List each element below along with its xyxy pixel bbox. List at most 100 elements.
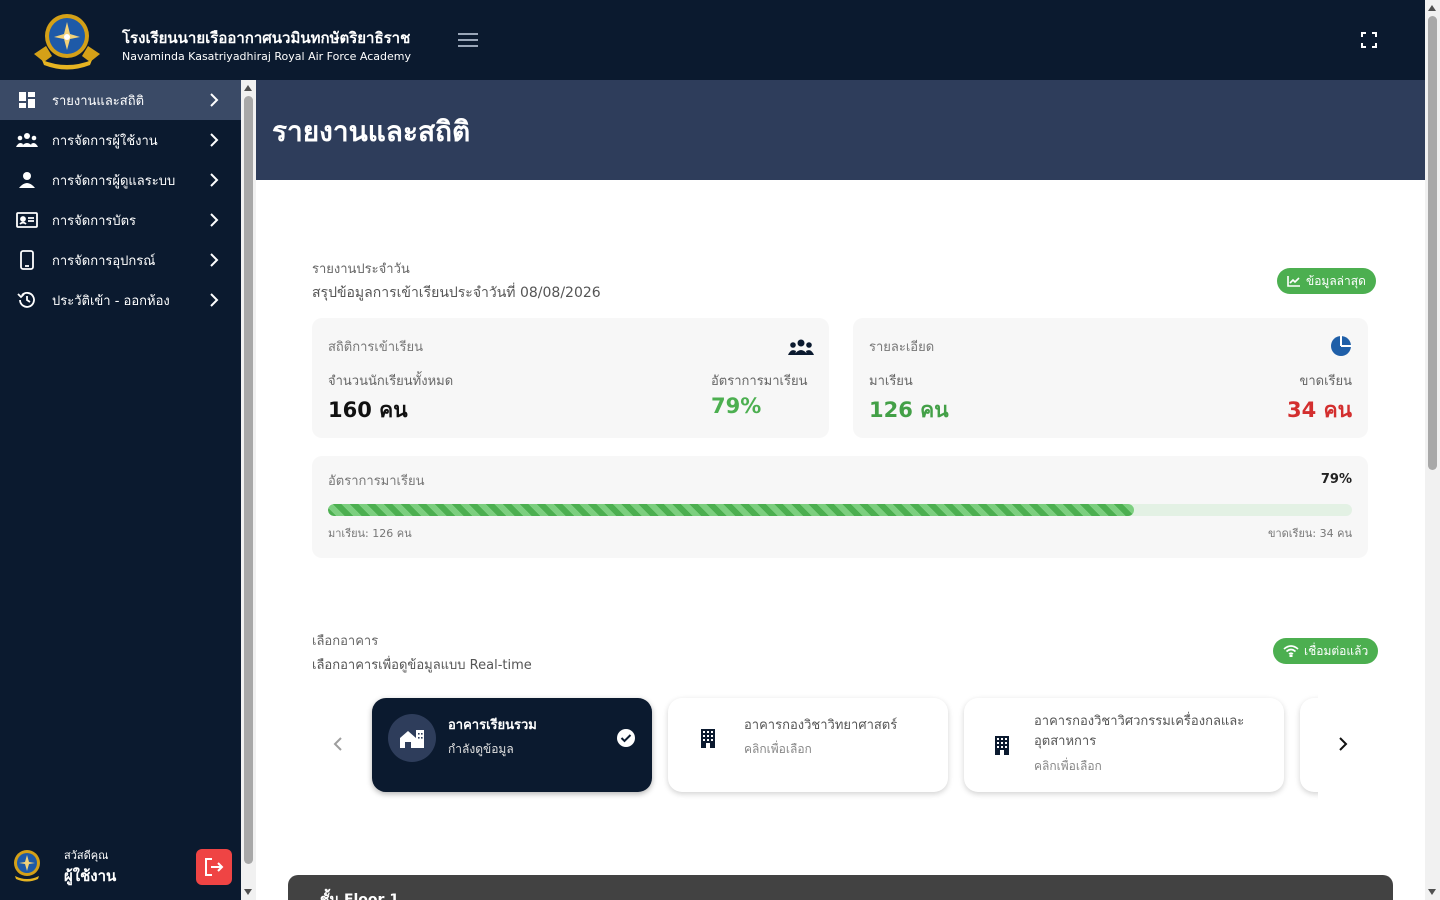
person-icon: [16, 169, 38, 191]
building-card-main[interactable]: อาคารเรียนรวม กำลังดูข้อมูล: [372, 698, 652, 792]
building-name-line2: อุตสาหการ: [1034, 734, 1097, 749]
sidebar-scrollbar[interactable]: [241, 80, 256, 900]
app-root: โรงเรียนนายเรืออากาศนวมินทกษัตริยาธิราช …: [0, 0, 1440, 900]
attendance-stats-card: สถิติการเข้าเรียน จำนวนนักเรียนทั้งหมด 1…: [312, 318, 829, 438]
floor-section-header: ชั้น Floor 1: [288, 875, 1393, 900]
page-header: รายงานและสถิติ: [256, 80, 1425, 180]
logout-button[interactable]: [196, 849, 232, 885]
scroll-down-arrow-icon[interactable]: [244, 889, 252, 895]
fullscreen-icon[interactable]: [1358, 29, 1380, 51]
attendance-progress-card: อัตราการมาเรียน 79% มาเรียน: 126 คน ขาดเ…: [312, 456, 1368, 558]
carousel-next-button[interactable]: [1331, 732, 1355, 756]
page-title: รายงานและสถิติ: [272, 115, 471, 148]
latest-data-label: ข้อมูลล่าสุด: [1306, 273, 1366, 288]
wifi-icon: [1283, 645, 1299, 657]
device-icon: [16, 249, 38, 271]
total-students-value: 160 คน: [328, 398, 408, 422]
menu-toggle-icon[interactable]: [458, 30, 482, 50]
sidebar-item-label: การจัดการผู้ดูแลระบบ: [52, 173, 176, 189]
progress-absent-text: ขาดเรียน: 34 คน: [1267, 527, 1352, 540]
top-bar: โรงเรียนนายเรืออากาศนวมินทกษัตริยาธิราช …: [0, 0, 1425, 80]
user-greeting: สวัสดีคุณ: [64, 849, 109, 862]
attendance-detail-card: รายละเอียด มาเรียน 126 คน ขาดเรียน 34 คน: [853, 318, 1368, 438]
latest-data-badge: ข้อมูลล่าสุด: [1277, 268, 1376, 294]
buildings-subtitle: เลือกอาคารเพื่อดูข้อมูลแบบ Real-time: [312, 658, 532, 673]
building-carousel: อาคารเรียนรวม กำลังดูข้อมูล อาคารกองวิชา…: [358, 690, 1318, 802]
sidebar-item-label: การจัดการบัตร: [52, 213, 137, 229]
history-icon: [16, 289, 38, 311]
building-status: คลิกเพื่อเลือก: [744, 742, 812, 756]
trend-chart-icon: [1287, 276, 1300, 287]
building-name-line1: อาคารกองวิชาวิศวกรรมเครื่องกลและ: [1034, 714, 1245, 729]
progress-title: อัตราการมาเรียน: [328, 474, 425, 489]
progress-present-text: มาเรียน: 126 คน: [328, 527, 412, 540]
building-name: อาคารกองวิชาวิทยาศาสตร์: [744, 718, 898, 733]
users-icon: [16, 129, 38, 151]
building-card-science[interactable]: อาคารกองวิชาวิทยาศาสตร์ คลิกเพื่อเลือก: [668, 698, 948, 792]
building-name: อาคารเรียนรวม: [448, 718, 537, 733]
school-name-english: Navaminda Kasatriyadhiraj Royal Air Forc…: [122, 50, 412, 63]
daily-report-title: รายงานประจำวัน: [312, 262, 410, 277]
page-scrollbar[interactable]: [1425, 0, 1440, 900]
avatar: [14, 850, 40, 882]
building-card-next[interactable]: [1300, 698, 1318, 792]
detail-card-title: รายละเอียด: [869, 340, 935, 355]
absent-value: 34 คน: [1287, 398, 1352, 422]
group-icon: [788, 339, 814, 355]
pie-chart-icon: [1331, 335, 1352, 356]
attendance-rate-label: อัตราการมาเรียน: [711, 374, 808, 389]
connected-badge: เชื่อมต่อแล้ว: [1273, 638, 1379, 664]
user-panel: สวัสดีคุณ ผู้ใช้งาน: [0, 830, 241, 900]
attendance-rate-value: 79%: [711, 394, 762, 418]
attendance-progress-bar: [328, 504, 1352, 516]
chevron-right-icon: [210, 173, 219, 187]
sidebar-item-admins[interactable]: การจัดการผู้ดูแลระบบ: [0, 160, 241, 200]
sidebar-item-label: การจัดการผู้ใช้งาน: [52, 133, 158, 149]
total-students-label: จำนวนนักเรียนทั้งหมด: [328, 374, 454, 389]
chevron-right-icon: [210, 133, 219, 147]
sidebar-item-history[interactable]: ประวัติเข้า - ออกห้อง: [0, 280, 241, 320]
building-card-engineering[interactable]: อาคารกองวิชาวิศวกรรมเครื่องกลและ อุตสาหก…: [964, 698, 1284, 792]
building-icon: [684, 714, 732, 762]
sidebar-item-devices[interactable]: การจัดการอุปกรณ์: [0, 240, 241, 280]
scrollbar-thumb[interactable]: [1428, 16, 1437, 470]
sidebar-item-label: การจัดการอุปกรณ์: [52, 253, 156, 269]
building-status: กำลังดูข้อมูล: [448, 742, 514, 756]
daily-report-subtitle: สรุปข้อมูลการเข้าเรียนประจำวันที่ 08/08/…: [312, 285, 601, 301]
sidebar-item-label: ประวัติเข้า - ออกห้อง: [52, 293, 170, 309]
building-home-icon: [388, 714, 436, 762]
scrollbar-thumb[interactable]: [244, 96, 253, 864]
chevron-right-icon: [210, 213, 219, 227]
carousel-prev-button[interactable]: [326, 732, 350, 756]
logout-icon: [205, 858, 224, 876]
sidebar-item-cards[interactable]: การจัดการบัตร: [0, 200, 241, 240]
id-card-icon: [16, 209, 38, 231]
buildings-title: เลือกอาคาร: [312, 634, 379, 649]
scroll-up-arrow-icon[interactable]: [1428, 5, 1436, 11]
scroll-up-arrow-icon[interactable]: [244, 85, 252, 91]
attendance-progress-fill: [328, 504, 1135, 516]
scroll-down-arrow-icon[interactable]: [1428, 889, 1436, 895]
chevron-right-icon: [1339, 737, 1348, 751]
absent-label: ขาดเรียน: [1299, 374, 1352, 389]
building-icon: [978, 721, 1026, 769]
floor-label: ชั้น Floor 1: [320, 892, 400, 900]
chevron-left-icon: [333, 737, 342, 751]
academy-logo: [34, 14, 100, 70]
school-name-thai: โรงเรียนนายเรืออากาศนวมินทกษัตริยาธิราช: [122, 29, 411, 47]
dashboard-icon: [16, 89, 38, 111]
sidebar-item-label: รายงานและสถิติ: [52, 93, 145, 109]
building-status: คลิกเพื่อเลือก: [1034, 759, 1102, 773]
check-circle-icon: [617, 729, 635, 747]
sidebar-item-users[interactable]: การจัดการผู้ใช้งาน: [0, 120, 241, 160]
sidebar-item-reports[interactable]: รายงานและสถิติ: [0, 80, 241, 120]
sidebar: รายงานและสถิติ การจัดการผู้ใช้งาน การจัด…: [0, 80, 241, 900]
connected-label: เชื่อมต่อแล้ว: [1304, 643, 1369, 658]
chevron-right-icon: [210, 93, 219, 107]
user-name: ผู้ใช้งาน: [64, 867, 117, 885]
chevron-right-icon: [210, 253, 219, 267]
stats-card-title: สถิติการเข้าเรียน: [328, 340, 423, 355]
chevron-right-icon: [210, 293, 219, 307]
present-label: มาเรียน: [869, 374, 913, 389]
progress-percent: 79%: [1320, 472, 1352, 487]
